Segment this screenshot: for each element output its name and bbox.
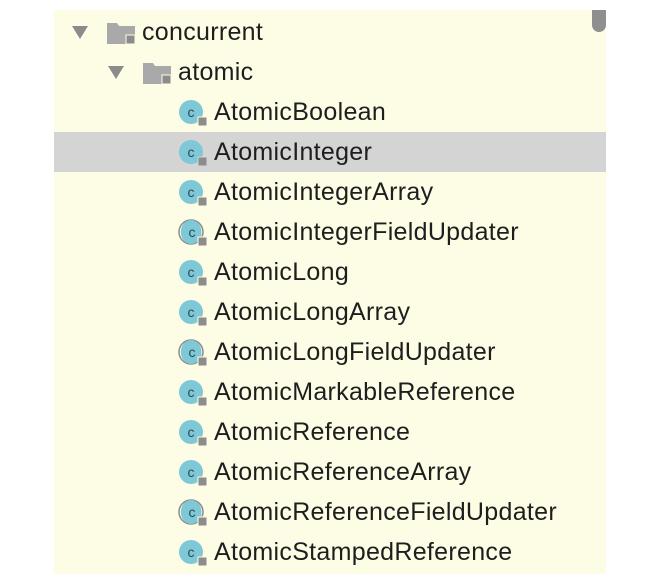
svg-text:c: c (188, 184, 195, 200)
tree-node-class[interactable]: c AtomicStampedReference (54, 532, 606, 572)
tree-node-class-selected[interactable]: c AtomicInteger (54, 132, 606, 172)
tree-node-class[interactable]: c AtomicReferenceFieldUpdater (54, 492, 606, 532)
tree-node-label: AtomicIntegerArray (214, 178, 434, 206)
tree-node-class[interactable]: c AtomicMarkableReference (54, 372, 606, 412)
tree-node-class[interactable]: c AtomicLongFieldUpdater (54, 332, 606, 372)
tree-node-class[interactable]: c AtomicLong (54, 252, 606, 292)
tree-node-label: AtomicStampedReference (214, 538, 513, 566)
svg-text:c: c (188, 464, 195, 480)
tree-node-label: AtomicMarkableReference (214, 378, 516, 406)
svg-text:c: c (189, 504, 196, 520)
folder-icon (143, 63, 172, 85)
class-icon: c (179, 100, 208, 127)
abstract-class-icon: c (178, 219, 208, 247)
tree-node-concurrent[interactable]: concurrent (54, 12, 606, 52)
class-icon: c (179, 460, 208, 487)
class-icon: c (179, 540, 208, 567)
tree-node-label: AtomicReference (214, 418, 411, 446)
tree-node-label: AtomicIntegerFieldUpdater (214, 218, 519, 246)
tree-node-class[interactable]: c AtomicBoolean (54, 92, 606, 132)
class-icon: c (179, 180, 208, 207)
class-icon: c (179, 300, 208, 327)
svg-text:c: c (188, 264, 195, 280)
class-icon: c (179, 140, 208, 167)
tree-node-label: AtomicLong (214, 258, 350, 286)
project-tree: concurrent atomic c AtomicBoolean c Atom… (54, 10, 606, 574)
abstract-class-icon: c (178, 339, 208, 367)
folder-icon (107, 23, 136, 45)
tree-node-atomic[interactable]: atomic (54, 52, 606, 92)
svg-text:c: c (188, 424, 195, 440)
tree-node-label: AtomicLongArray (214, 298, 411, 326)
expand-arrow-icon[interactable] (108, 66, 124, 79)
vertical-scrollbar-thumb[interactable] (592, 10, 606, 32)
expand-arrow-icon[interactable] (72, 26, 88, 39)
class-icon: c (179, 420, 208, 447)
class-icon: c (179, 380, 208, 407)
svg-text:c: c (189, 224, 196, 240)
svg-text:c: c (188, 384, 195, 400)
abstract-class-icon: c (178, 499, 208, 527)
class-icon: c (179, 260, 208, 287)
tree-node-class[interactable]: c AtomicReference (54, 412, 606, 452)
tree-node-class[interactable]: c AtomicIntegerFieldUpdater (54, 212, 606, 252)
tree-node-label: AtomicReferenceFieldUpdater (214, 498, 557, 526)
svg-text:c: c (188, 304, 195, 320)
svg-text:c: c (188, 104, 195, 120)
tree-node-label: AtomicReferenceArray (214, 458, 472, 486)
tree-node-label: AtomicLongFieldUpdater (214, 338, 496, 366)
tree-node-class[interactable]: c AtomicLongArray (54, 292, 606, 332)
svg-text:c: c (188, 544, 195, 560)
tree-node-class[interactable]: c AtomicReferenceArray (54, 452, 606, 492)
svg-text:c: c (188, 144, 195, 160)
tree-node-label: atomic (178, 58, 254, 86)
tree-node-label: concurrent (142, 18, 264, 46)
tree-node-class[interactable]: c AtomicIntegerArray (54, 172, 606, 212)
tree-node-label: AtomicBoolean (214, 98, 387, 126)
svg-text:c: c (189, 344, 196, 360)
tree-node-label: AtomicInteger (214, 138, 373, 166)
